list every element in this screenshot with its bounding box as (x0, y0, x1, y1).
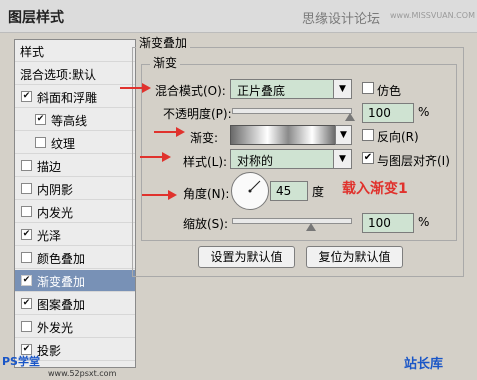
style-list-label: 内阴影 (37, 183, 74, 197)
annotation-arrow-icon (140, 152, 171, 162)
scale-slider[interactable] (232, 218, 352, 224)
watermark-text: 思缘设计论坛 (302, 12, 381, 27)
group-title: 渐变叠加 (136, 34, 191, 51)
style-checkbox[interactable] (21, 160, 32, 171)
style-checkbox[interactable] (21, 321, 32, 332)
annotation-arrow-icon (154, 127, 185, 137)
style-list-item[interactable]: 纹理 (15, 132, 135, 154)
style-list-item[interactable]: ✔ 渐变叠加 (15, 270, 135, 292)
chevron-down-icon: ▼ (333, 80, 351, 98)
gradient-picker-button[interactable]: ▼ (335, 125, 352, 145)
scale-label: 缩放(S): (183, 217, 229, 231)
style-label: 样式(L): (183, 155, 228, 169)
style-checkbox[interactable]: ✔ (21, 229, 32, 240)
style-checkbox[interactable]: ✔ (35, 114, 46, 125)
style-list-label: 等高线 (51, 114, 88, 128)
dither-label: 仿色 (377, 84, 402, 98)
align-checkbox[interactable]: ✔ (362, 152, 374, 164)
style-list-item[interactable]: 颜色叠加 (15, 247, 135, 269)
style-list-label: 内发光 (37, 206, 74, 220)
annotation-arrow-icon (142, 190, 177, 200)
style-checkbox[interactable] (35, 137, 46, 148)
opacity-value: 100 (368, 106, 391, 120)
style-list-item[interactable]: 混合选项:默认 (15, 63, 135, 85)
style-list-label: 投影 (37, 344, 62, 358)
footer-right-logo: 站长库 (404, 357, 444, 372)
style-list-item[interactable]: ✔ 图案叠加 (15, 293, 135, 315)
style-checkbox[interactable]: ✔ (21, 298, 32, 309)
reverse-checkbox[interactable] (362, 129, 374, 141)
style-list-item[interactable]: ✔ 光泽 (15, 224, 135, 246)
style-checkbox[interactable] (21, 183, 32, 194)
style-list-item[interactable]: 内阴影 (15, 178, 135, 200)
dialog-title: 图层样式 (8, 10, 64, 26)
annotation-arrow-icon (120, 83, 151, 93)
style-list-label: 描边 (37, 160, 62, 174)
annotation-text: 载入渐变1 (342, 181, 408, 197)
angle-label: 角度(N): (183, 187, 230, 201)
blend-mode-select[interactable]: 正片叠底 ▼ (230, 79, 352, 99)
gradient-preview[interactable] (230, 125, 336, 145)
style-list-label: 斜面和浮雕 (37, 91, 98, 105)
style-list-item[interactable]: ✔ 等高线 (15, 109, 135, 131)
reverse-label: 反向(R) (377, 130, 419, 144)
reset-default-button[interactable]: 复位为默认值 (306, 246, 403, 268)
angle-value: 45 (276, 184, 292, 198)
style-checkbox[interactable]: ✔ (21, 275, 32, 286)
align-label: 与图层对齐(I) (377, 154, 450, 168)
style-list-label: 纹理 (51, 137, 76, 151)
chevron-down-icon: ▼ (333, 150, 351, 168)
style-select[interactable]: 对称的 ▼ (230, 149, 352, 169)
style-checkbox[interactable]: ✔ (21, 91, 32, 102)
opacity-slider[interactable] (232, 108, 352, 114)
style-checkbox[interactable] (21, 252, 32, 263)
sub-title: 渐变 (150, 54, 181, 71)
opacity-label: 不透明度(P): (163, 107, 232, 121)
opacity-slider-thumb[interactable] (345, 113, 355, 121)
style-list-label: 外发光 (37, 321, 74, 335)
style-list-item[interactable]: 描边 (15, 155, 135, 177)
scale-input[interactable]: 100 (362, 213, 414, 233)
style-list-label: 光泽 (37, 229, 62, 243)
style-list-item[interactable]: ✔ 斜面和浮雕 (15, 86, 135, 108)
style-list-label: 图案叠加 (37, 298, 86, 312)
dither-checkbox[interactable] (362, 82, 374, 94)
footer-left-url: www.52psxt.com (48, 369, 117, 378)
style-list-label: 样式 (20, 45, 45, 59)
footer-left-logo: PS学堂 (2, 355, 40, 368)
style-list-item[interactable]: 外发光 (15, 316, 135, 338)
opacity-input[interactable]: 100 (362, 103, 414, 123)
angle-needle (248, 180, 261, 193)
style-list-label: 渐变叠加 (37, 275, 86, 289)
angle-unit: 度 (312, 185, 325, 199)
opacity-unit: % (418, 105, 430, 119)
style-list-item[interactable]: 样式 (15, 40, 135, 62)
watermark-url: www.MISSVUAN.COM (390, 11, 475, 20)
chevron-down-icon: ▼ (336, 126, 351, 144)
style-list-item[interactable]: 内发光 (15, 201, 135, 223)
scale-value: 100 (368, 216, 391, 230)
blend-mode-value: 正片叠底 (237, 84, 286, 98)
style-value: 对称的 (237, 154, 274, 168)
angle-input[interactable]: 45 (270, 181, 308, 201)
make-default-button[interactable]: 设置为默认值 (198, 246, 295, 268)
gradient-label: 渐变: (190, 131, 219, 145)
angle-dial[interactable] (231, 172, 269, 210)
blend-mode-label: 混合模式(O): (155, 84, 226, 98)
scale-slider-thumb[interactable] (306, 223, 317, 231)
style-list-label: 颜色叠加 (37, 252, 86, 266)
style-checkbox[interactable] (21, 206, 32, 217)
layer-style-dialog: 图层样式 思缘设计论坛 www.MISSVUAN.COM 样式混合选项:默认 ✔ 斜… (0, 0, 477, 380)
scale-unit: % (418, 215, 430, 229)
style-list-label: 混合选项:默认 (20, 68, 97, 82)
title-bar: 图层样式 思缘设计论坛 www.MISSVUAN.COM (0, 0, 477, 33)
